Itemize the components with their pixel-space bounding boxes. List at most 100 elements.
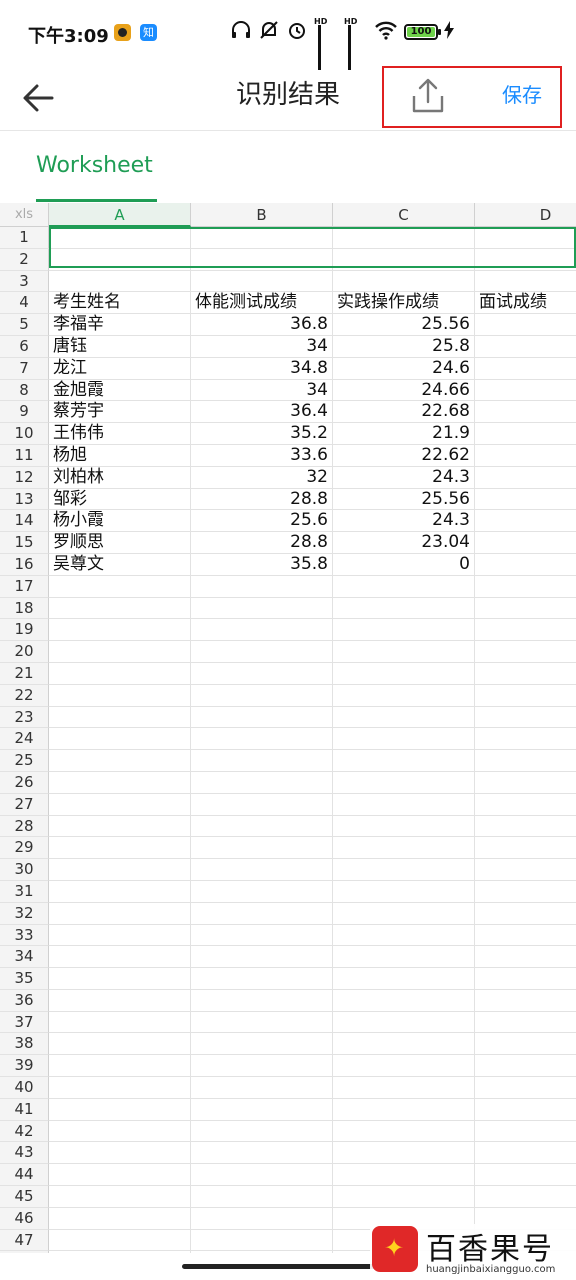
cell-c[interactable]: 25.56 bbox=[333, 314, 475, 336]
cell-d[interactable] bbox=[475, 358, 576, 380]
cell-c[interactable]: 22.62 bbox=[333, 444, 475, 467]
cell-b[interactable] bbox=[191, 662, 333, 685]
cell-b[interactable]: 28.8 bbox=[191, 532, 333, 554]
row-number[interactable]: 17 bbox=[0, 575, 49, 598]
cell-d[interactable] bbox=[475, 990, 576, 1012]
cell-d[interactable] bbox=[475, 685, 576, 707]
cell-b[interactable] bbox=[191, 1098, 333, 1121]
cell-d[interactable] bbox=[475, 467, 576, 489]
cell-b[interactable] bbox=[191, 924, 333, 947]
cell-b[interactable] bbox=[191, 989, 333, 1012]
row-number[interactable]: 8 bbox=[0, 379, 49, 402]
cell-c[interactable]: 25.56 bbox=[333, 488, 475, 511]
cell-a[interactable]: 刘柏林 bbox=[49, 466, 191, 489]
cell-d[interactable] bbox=[475, 707, 576, 729]
cell-a[interactable] bbox=[49, 750, 191, 772]
cell-c[interactable] bbox=[333, 880, 475, 903]
cell-b[interactable] bbox=[191, 1055, 333, 1078]
cell-d[interactable] bbox=[475, 401, 576, 424]
cell-d[interactable] bbox=[475, 1055, 576, 1078]
row-number[interactable]: 13 bbox=[0, 488, 49, 511]
cell-c[interactable] bbox=[333, 1033, 475, 1056]
cell-d[interactable] bbox=[475, 816, 576, 838]
cell-c[interactable] bbox=[333, 728, 475, 751]
cell-c[interactable] bbox=[333, 1055, 475, 1078]
cell-c[interactable]: 24.66 bbox=[333, 379, 475, 402]
cell-d[interactable] bbox=[475, 1099, 576, 1121]
cell-c[interactable] bbox=[333, 902, 475, 925]
cell-a[interactable]: 蔡芳宇 bbox=[49, 401, 191, 424]
cell-c[interactable] bbox=[333, 750, 475, 772]
cell-d[interactable] bbox=[475, 1142, 576, 1165]
cell-d[interactable] bbox=[475, 380, 576, 402]
cell-d[interactable] bbox=[475, 532, 576, 554]
cell-c[interactable] bbox=[333, 1186, 475, 1208]
cell-b[interactable] bbox=[191, 227, 333, 249]
row-number[interactable]: 47 bbox=[0, 1229, 49, 1252]
cell-c[interactable] bbox=[333, 270, 475, 293]
cell-a[interactable]: 邹彩 bbox=[49, 488, 191, 511]
cell-b[interactable] bbox=[191, 771, 333, 794]
cell-c[interactable] bbox=[333, 1142, 475, 1165]
row-number[interactable]: 46 bbox=[0, 1207, 49, 1230]
cell-c[interactable] bbox=[333, 859, 475, 881]
cell-d[interactable] bbox=[475, 619, 576, 642]
spreadsheet-grid[interactable]: xls A B C D 1 2 3 4 考生姓名 体能测试成绩 实践操作成绩 面试成绩 5 李福辛… bbox=[0, 203, 576, 1253]
cell-a[interactable] bbox=[49, 946, 191, 969]
cell-b[interactable] bbox=[191, 902, 333, 925]
row-number[interactable]: 32 bbox=[0, 902, 49, 925]
cell-d[interactable]: 面试成绩 bbox=[475, 292, 576, 315]
row-number[interactable]: 48 bbox=[0, 1251, 49, 1253]
cell-d[interactable] bbox=[475, 598, 576, 620]
cell-d[interactable] bbox=[475, 1033, 576, 1056]
cell-c[interactable]: 25.8 bbox=[333, 335, 475, 358]
cell-d[interactable] bbox=[475, 750, 576, 772]
cell-b[interactable] bbox=[191, 706, 333, 729]
cell-d[interactable] bbox=[475, 445, 576, 467]
cell-b[interactable] bbox=[191, 750, 333, 772]
cell-c[interactable] bbox=[333, 968, 475, 990]
row-number[interactable]: 9 bbox=[0, 401, 49, 424]
row-number[interactable]: 27 bbox=[0, 793, 49, 816]
cell-c[interactable] bbox=[333, 1077, 475, 1099]
row-number[interactable]: 23 bbox=[0, 706, 49, 729]
cell-b[interactable] bbox=[191, 880, 333, 903]
cell-a[interactable]: 金旭霞 bbox=[49, 379, 191, 402]
grid-corner[interactable]: xls bbox=[0, 203, 49, 227]
cell-d[interactable] bbox=[475, 641, 576, 663]
cell-b[interactable] bbox=[191, 1251, 333, 1253]
cell-d[interactable] bbox=[475, 336, 576, 358]
cell-c[interactable] bbox=[333, 248, 475, 271]
cell-c[interactable]: 21.9 bbox=[333, 423, 475, 445]
cell-a[interactable]: 龙江 bbox=[49, 357, 191, 380]
cell-d[interactable] bbox=[475, 1077, 576, 1099]
cell-a[interactable] bbox=[49, 619, 191, 642]
row-number[interactable]: 42 bbox=[0, 1120, 49, 1143]
row-number[interactable]: 33 bbox=[0, 924, 49, 947]
cell-a[interactable] bbox=[49, 662, 191, 685]
row-number[interactable]: 26 bbox=[0, 771, 49, 794]
cell-a[interactable] bbox=[49, 1251, 191, 1253]
cell-a[interactable] bbox=[49, 270, 191, 293]
cell-b[interactable]: 34.8 bbox=[191, 357, 333, 380]
cell-d[interactable] bbox=[475, 946, 576, 969]
cell-a[interactable] bbox=[49, 837, 191, 860]
cell-c[interactable]: 24.3 bbox=[333, 510, 475, 533]
cell-c[interactable] bbox=[333, 1011, 475, 1034]
cell-d[interactable] bbox=[475, 1121, 576, 1143]
cell-c[interactable] bbox=[333, 227, 475, 249]
cell-b[interactable] bbox=[191, 597, 333, 620]
cell-c[interactable]: 23.04 bbox=[333, 532, 475, 554]
cell-b[interactable]: 33.6 bbox=[191, 444, 333, 467]
cell-d[interactable] bbox=[475, 510, 576, 533]
row-number[interactable]: 36 bbox=[0, 989, 49, 1012]
cell-a[interactable] bbox=[49, 684, 191, 707]
column-header-a[interactable]: A bbox=[49, 203, 191, 227]
cell-a[interactable] bbox=[49, 1055, 191, 1078]
cell-b[interactable] bbox=[191, 641, 333, 663]
cell-a[interactable] bbox=[49, 859, 191, 881]
cell-c[interactable] bbox=[333, 597, 475, 620]
cell-a[interactable] bbox=[49, 880, 191, 903]
cell-a[interactable] bbox=[49, 1164, 191, 1187]
cell-c[interactable] bbox=[333, 641, 475, 663]
